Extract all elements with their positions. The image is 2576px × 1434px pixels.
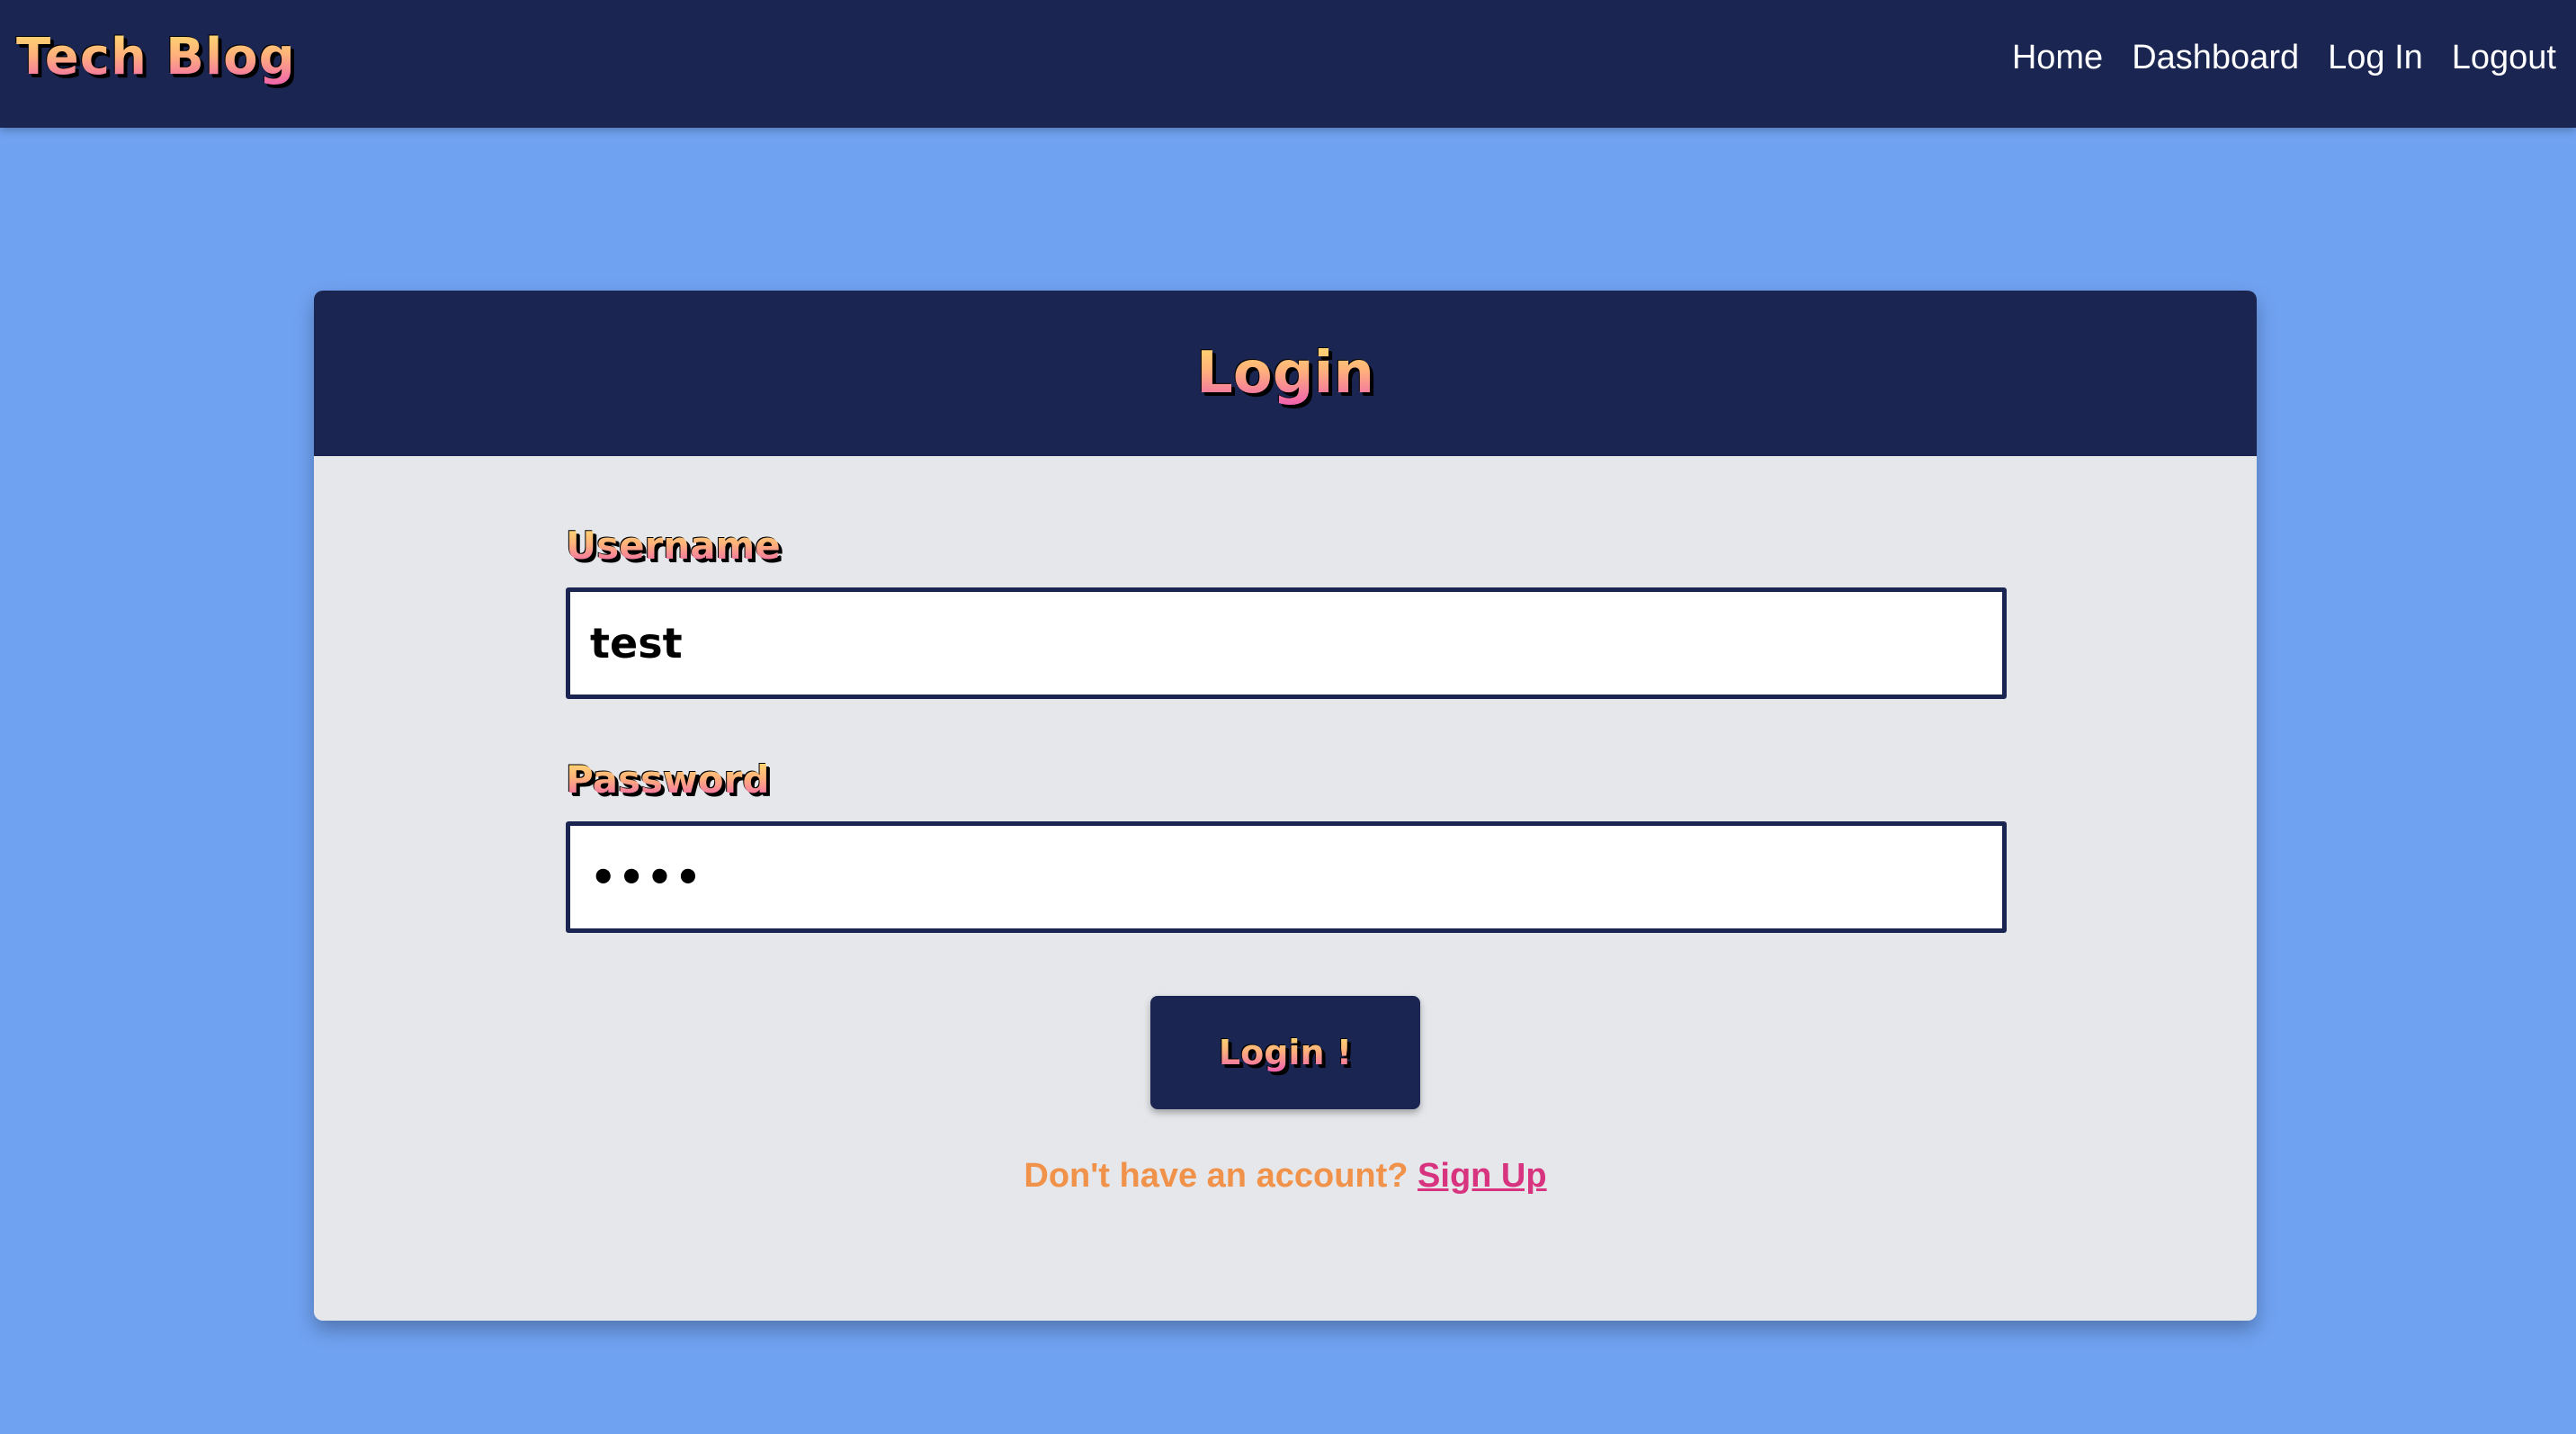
login-submit-label: Login !: [1218, 1033, 1353, 1072]
login-card-header: Login: [314, 291, 2257, 456]
page-title: Login: [1196, 337, 1374, 409]
nav-link-dashboard[interactable]: Dashboard: [2132, 39, 2299, 77]
signup-prompt: Don't have an account?: [1024, 1157, 1409, 1195]
signup-row: Don't have an account? Sign Up: [314, 1154, 2257, 1197]
site-brand-logo[interactable]: Tech Blog: [16, 25, 296, 90]
signup-link[interactable]: Sign Up: [1418, 1157, 1547, 1195]
nav-link-home[interactable]: Home: [2012, 39, 2103, 77]
login-submit-button[interactable]: Login !: [1150, 996, 1420, 1109]
top-navbar: Tech Blog Home Dashboard Log In Logout: [0, 0, 2576, 128]
login-card: Login Username Password Login ! Don't ha…: [314, 291, 2257, 1321]
nav-link-logout[interactable]: Logout: [2452, 39, 2556, 77]
username-input[interactable]: [566, 587, 2007, 699]
username-label: Username: [566, 524, 781, 568]
password-label: Password: [566, 757, 770, 802]
password-input[interactable]: [566, 821, 2007, 933]
nav-link-login[interactable]: Log In: [2328, 39, 2423, 77]
nav-links: Home Dashboard Log In Logout: [1983, 32, 2556, 83]
